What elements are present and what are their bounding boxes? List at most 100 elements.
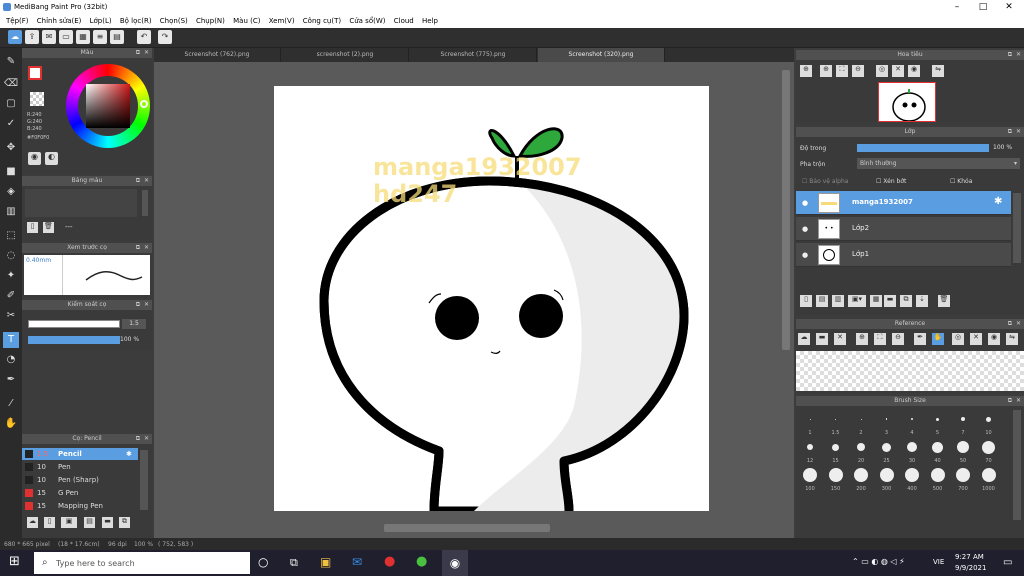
brush-size-cell[interactable]: 30 (900, 438, 924, 464)
eyedropper-icon[interactable]: ⁄ (3, 396, 19, 412)
close-icon[interactable]: ✕ (1016, 50, 1021, 60)
close-icon[interactable]: ✕ (1016, 396, 1021, 406)
brush-size-cell[interactable]: 1000 (977, 466, 1001, 492)
fill-rect-icon[interactable]: ■ (3, 164, 19, 180)
rotate-right-icon[interactable]: ◉ (908, 65, 920, 77)
lock-checkbox[interactable]: ☐ Khóa (950, 178, 972, 185)
undo-icon[interactable]: ↶ (137, 30, 151, 44)
select-pen-icon[interactable]: ✐ (3, 288, 19, 304)
move-tool-icon[interactable]: ✥ (3, 140, 19, 156)
cloud-icon[interactable]: ☁ (8, 30, 22, 44)
menu-snap[interactable]: Chụp(N) (196, 14, 225, 28)
new-layer-1bit-icon[interactable]: ▥ (832, 295, 844, 307)
eyedropper-icon[interactable]: ✒ (914, 333, 926, 345)
select-tool-icon[interactable]: ⬚ (3, 228, 19, 244)
close-ref-icon[interactable]: ✕ (834, 333, 846, 345)
redo-icon[interactable]: ↷ (158, 30, 172, 44)
palette-icon[interactable]: ◉ (28, 152, 41, 165)
zoom-in-icon[interactable]: ⊕ (856, 333, 868, 345)
brush-scrollbar[interactable] (140, 450, 148, 510)
rotate-icon[interactable]: ◎ (952, 333, 964, 345)
gear-icon[interactable]: ✱ (994, 196, 1002, 207)
system-tray-icons[interactable]: ⌃ ▭ ◐ ◍ ◁ ⚡ (852, 557, 905, 566)
cloud-icon[interactable]: ☁ (798, 333, 810, 345)
brush-size-cell[interactable]: 150 (824, 466, 848, 492)
zoom-out-icon[interactable]: ⊖ (852, 65, 864, 77)
reference-view[interactable] (796, 351, 1024, 391)
layer-row[interactable]: ● Lớp1 (796, 243, 1011, 267)
brush-item[interactable]: 10 Pen (22, 461, 138, 473)
gradient-tool-icon[interactable]: ▥ (3, 204, 19, 220)
palette-scrollbar[interactable] (142, 190, 148, 216)
brush-size-cell[interactable]: 400 (900, 466, 924, 492)
tab-document[interactable]: Screenshot (775).png (410, 48, 537, 62)
tab-document-active[interactable]: Screenshot (320).png (538, 48, 665, 62)
close-icon[interactable]: ✕ (144, 300, 149, 310)
brush-size-cell[interactable]: 70 (977, 438, 1001, 464)
brush-size-cell[interactable]: 100 (798, 466, 822, 492)
brush-size-cell[interactable]: 3 (875, 410, 899, 436)
chrome-icon[interactable]: ◉ (442, 550, 468, 576)
hue-handle[interactable] (140, 100, 148, 108)
windows-start-icon[interactable]: ⊞ (9, 555, 23, 569)
opacity-slider[interactable] (28, 336, 120, 344)
upload-icon[interactable]: ⇪ (25, 30, 39, 44)
balloon-tool-icon[interactable]: ◔ (3, 352, 19, 368)
zoom-out-icon[interactable]: ⊖ (892, 333, 904, 345)
store-icon[interactable]: ▣ (320, 555, 331, 569)
close-button[interactable]: ✕ (996, 0, 1022, 14)
brush-size-cell[interactable]: 12 (798, 438, 822, 464)
color-square[interactable] (86, 84, 130, 128)
grid-icon[interactable]: ▦ (76, 30, 90, 44)
layer-opacity-slider[interactable] (857, 144, 989, 152)
brush-size-cell[interactable]: 10 (977, 410, 1001, 436)
color-wheel[interactable] (66, 64, 150, 148)
expand-icon[interactable]: ⧉ (1008, 50, 1012, 60)
palette-area[interactable] (25, 189, 137, 217)
expand-icon[interactable]: ⧉ (136, 300, 140, 310)
brush-item[interactable]: 1.5 Pencil ✱ (22, 448, 138, 460)
brush-item[interactable]: 15 G Pen (22, 487, 138, 499)
clock-date[interactable]: 9/9/2021 (955, 564, 986, 572)
flip-icon[interactable]: ⇋ (932, 65, 944, 77)
drawing-canvas[interactable] (274, 86, 709, 516)
hand-tool-icon[interactable]: ✋ (3, 416, 19, 432)
text-tool-icon[interactable]: T (3, 332, 19, 348)
reset-icon[interactable]: ✕ (892, 65, 904, 77)
add-brush-icon[interactable]: ▣ (61, 517, 77, 528)
lasso-tool-icon[interactable]: ◌ (3, 248, 19, 264)
menu-filter[interactable]: Bộ lọc(R) (120, 14, 152, 28)
add-layer-menu-icon[interactable]: ▣▾ (848, 295, 866, 307)
zoom-in-icon[interactable]: ⊕ (820, 65, 832, 77)
taskbar-search[interactable]: ⌕ Type here to search (34, 552, 250, 574)
brush-size-cell[interactable]: 500 (926, 466, 950, 492)
close-icon[interactable]: ✕ (144, 434, 149, 444)
menu-color[interactable]: Màu (C) (233, 14, 260, 28)
magic-wand-icon[interactable]: ✦ (3, 268, 19, 284)
cortana-icon[interactable]: ○ (258, 555, 268, 569)
fit-icon[interactable]: ⛶ (874, 333, 886, 345)
navigator-thumbnail[interactable] (878, 82, 936, 122)
secondary-color-swatch[interactable] (30, 92, 44, 106)
blend-select[interactable]: Bình thường ▾ (857, 158, 1020, 169)
brush-item[interactable]: 15 Mapping Pen (22, 500, 138, 512)
new-layer-8bit-icon[interactable]: ▤ (816, 295, 828, 307)
eye-icon[interactable]: ● (802, 251, 808, 259)
app-icon[interactable]: ● (416, 554, 427, 569)
language-indicator[interactable]: VIE (933, 558, 944, 566)
menu-cloud[interactable]: Cloud (394, 14, 414, 28)
layer-row[interactable]: ● • • Lớp2 (796, 217, 1011, 241)
horizontal-scrollbar[interactable] (384, 524, 550, 532)
add-palette-icon[interactable]: ▯ (27, 222, 38, 233)
eye-icon[interactable]: ● (802, 199, 808, 207)
bucket-tool-icon[interactable]: ◈ (3, 184, 19, 200)
brush-size-cell[interactable]: 15 (824, 438, 848, 464)
fit-icon[interactable]: ⛶ (836, 65, 848, 77)
rotate-right-icon[interactable]: ◉ (988, 333, 1000, 345)
primary-color-swatch[interactable] (28, 66, 42, 80)
delete-icon[interactable]: 🗑 (938, 295, 950, 307)
menu-tools[interactable]: Công cụ(T) (303, 14, 341, 28)
layer-row[interactable]: ● manga1932007 ✱ (796, 191, 1011, 215)
panel-icon[interactable]: ▤ (110, 30, 124, 44)
brush-size-cell[interactable]: 7 (951, 410, 975, 436)
